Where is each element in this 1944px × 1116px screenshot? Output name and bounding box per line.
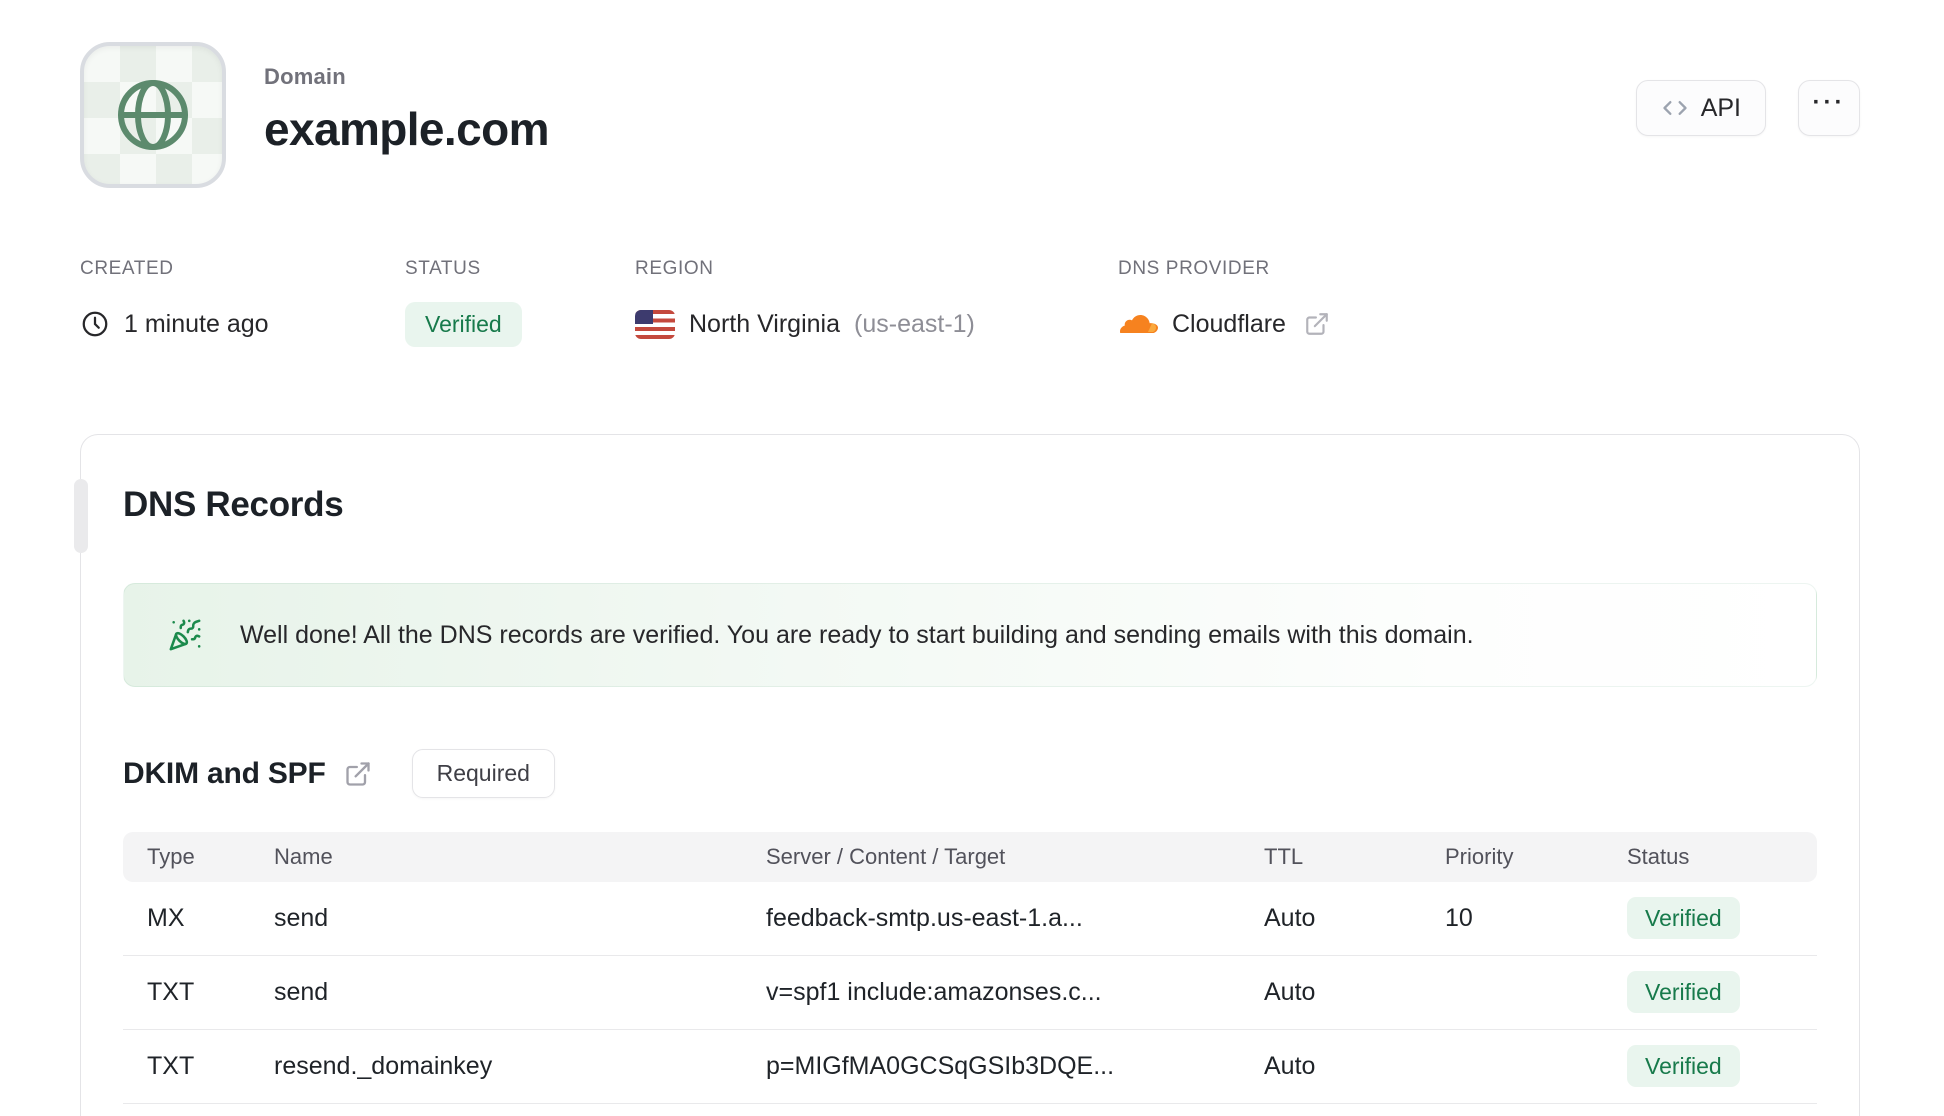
verified-badge: Verified xyxy=(1627,1045,1740,1087)
region-value: North Virginia xyxy=(689,309,841,338)
status-value-row: Verified xyxy=(405,301,635,347)
record-status-cell: Verified xyxy=(1627,971,1817,1013)
region-label: REGION xyxy=(635,258,714,279)
globe-icon xyxy=(111,73,195,157)
external-link-icon[interactable] xyxy=(1304,311,1330,337)
meta-created: CREATED 1 minute ago xyxy=(80,258,405,346)
record-content: feedback-smtp.us-east-1.a... xyxy=(766,904,1083,932)
dns-provider-value: Cloudflare xyxy=(1172,309,1286,338)
record-ttl: Auto xyxy=(1264,978,1316,1006)
status-label: STATUS xyxy=(405,258,481,279)
meta-status: STATUS Verified xyxy=(405,258,635,347)
record-status-cell: Verified xyxy=(1627,897,1817,939)
title-block: Domain example.com xyxy=(264,42,549,156)
record-type: MX xyxy=(147,904,185,932)
verified-badge: Verified xyxy=(1627,971,1740,1013)
page-header: Domain example.com API ··· xyxy=(80,42,1860,188)
us-flag-icon xyxy=(635,309,675,339)
dns-provider-label: DNS PROVIDER xyxy=(1118,258,1270,279)
record-name: send xyxy=(274,978,329,1006)
party-popper-icon xyxy=(168,618,202,652)
table-row: TXT send v=spf1 include:amazonses.c... A… xyxy=(123,956,1817,1030)
page-title: example.com xyxy=(264,103,549,155)
dkim-spf-section-header: DKIM and SPF Required xyxy=(123,749,1817,798)
record-name: resend._domainkey xyxy=(274,1052,493,1080)
col-priority: Priority xyxy=(1445,844,1514,869)
domain-detail-page: Domain example.com API ··· CREATED 1 min… xyxy=(0,0,1944,1116)
cloudflare-icon xyxy=(1118,311,1158,337)
table-row: TXT resend._domainkey p=MIGfMA0GCSqGSIb3… xyxy=(123,1030,1817,1104)
domain-avatar xyxy=(80,42,226,188)
record-content: p=MIGfMA0GCSqGSIb3DQE... xyxy=(766,1052,1115,1080)
table-row: MX send feedback-smtp.us-east-1.a... Aut… xyxy=(123,882,1817,956)
col-name: Name xyxy=(274,844,333,869)
success-banner-message: Well done! All the DNS records are verif… xyxy=(240,620,1474,649)
code-icon xyxy=(1661,94,1689,122)
record-ttl: Auto xyxy=(1264,904,1316,932)
success-banner: Well done! All the DNS records are verif… xyxy=(123,583,1817,687)
dns-provider-value-row: Cloudflare xyxy=(1118,302,1330,346)
ellipsis-icon: ··· xyxy=(1812,89,1846,116)
dkim-external-link-icon[interactable] xyxy=(344,760,372,788)
status-badge: Verified xyxy=(405,301,522,347)
col-type: Type xyxy=(147,844,195,869)
more-options-button[interactable]: ··· xyxy=(1798,80,1860,136)
table-header-row: Type Name Server / Content / Target TTL … xyxy=(123,832,1817,882)
record-status-cell: Verified xyxy=(1627,1045,1817,1087)
record-priority: 10 xyxy=(1445,904,1473,932)
created-value-row: 1 minute ago xyxy=(80,302,405,346)
col-status: Status xyxy=(1627,844,1690,869)
domain-meta-row: CREATED 1 minute ago STATUS Verified REG… xyxy=(80,258,1860,347)
record-type: TXT xyxy=(147,978,195,1006)
dns-records-card: DNS Records Well done! All the DNS recor… xyxy=(74,434,1860,1116)
clock-icon xyxy=(80,309,110,339)
card-notch xyxy=(74,479,88,553)
region-value-row: North Virginia (us-east-1) xyxy=(635,302,1118,346)
page-eyebrow: Domain xyxy=(264,64,346,89)
meta-region: REGION North Virginia (us-east-1) xyxy=(635,258,1118,346)
dkim-spf-title: DKIM and SPF xyxy=(123,756,326,790)
api-button[interactable]: API xyxy=(1635,80,1766,136)
record-type: TXT xyxy=(147,1052,195,1080)
verified-badge: Verified xyxy=(1627,897,1740,939)
header-actions: API ··· xyxy=(1635,42,1860,136)
record-content: v=spf1 include:amazonses.c... xyxy=(766,978,1102,1006)
record-name: send xyxy=(274,904,329,932)
region-code: (us-east-1) xyxy=(854,309,975,338)
record-ttl: Auto xyxy=(1264,1052,1316,1080)
col-ttl: TTL xyxy=(1264,844,1304,869)
created-label: CREATED xyxy=(80,258,174,279)
created-value: 1 minute ago xyxy=(124,309,269,338)
col-content: Server / Content / Target xyxy=(766,844,1006,869)
meta-dns-provider: DNS PROVIDER Cloudflare xyxy=(1118,258,1330,346)
required-badge: Required xyxy=(411,749,555,798)
api-button-label: API xyxy=(1700,93,1741,122)
dns-records-title: DNS Records xyxy=(123,485,344,524)
dns-records-table: Type Name Server / Content / Target TTL … xyxy=(123,832,1817,1104)
